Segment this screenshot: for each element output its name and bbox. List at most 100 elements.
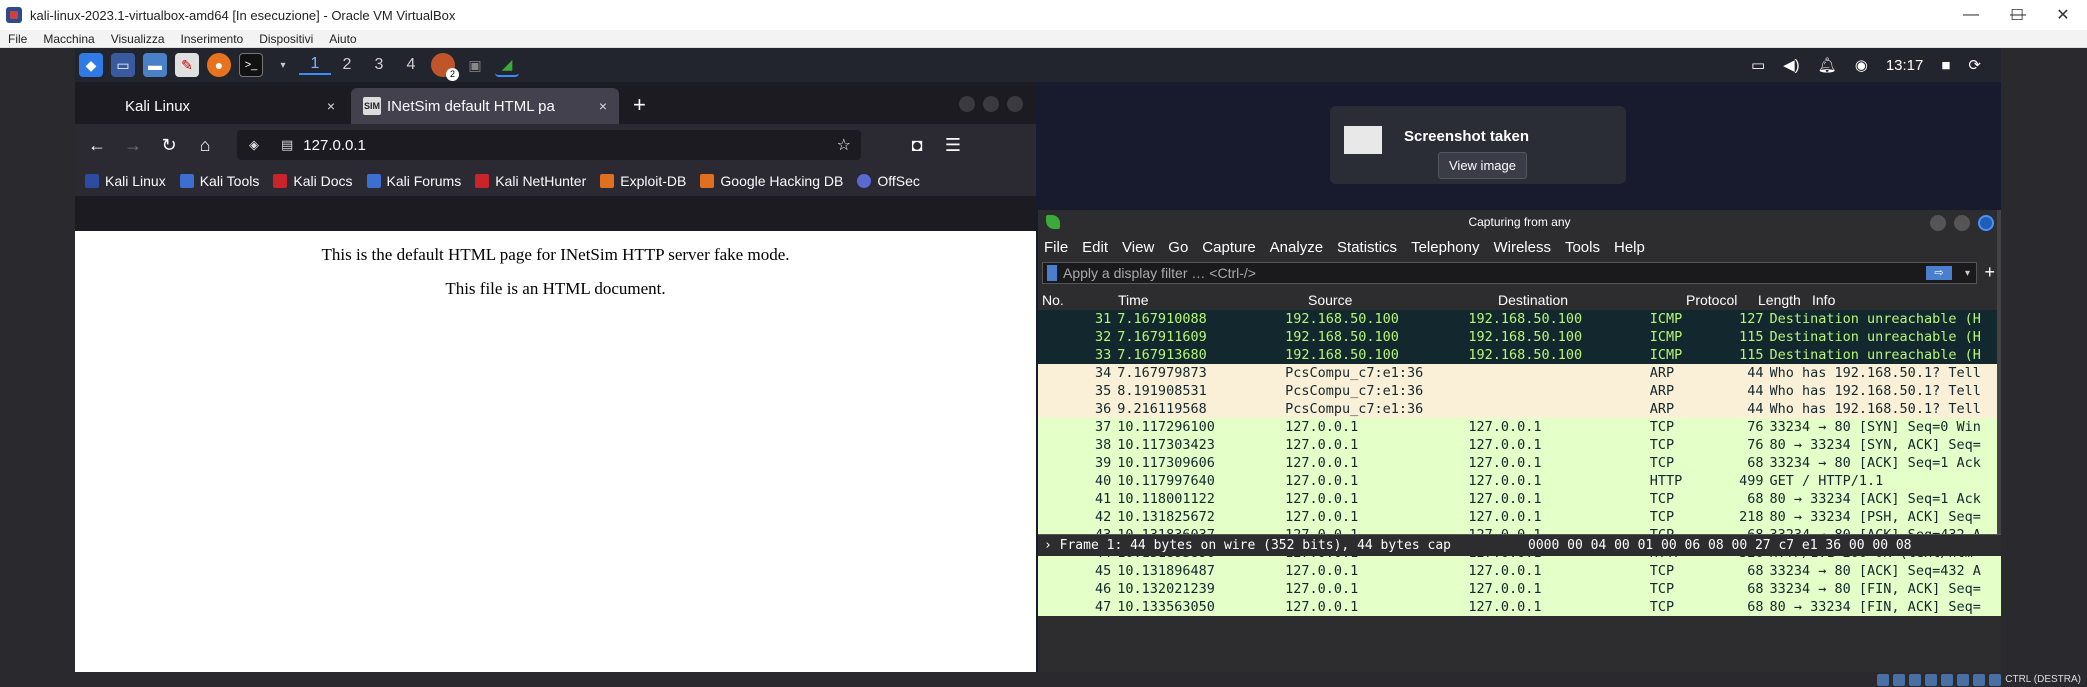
display-icon[interactable]: ▭ — [1751, 56, 1765, 74]
workspace-2[interactable]: 2 — [331, 56, 363, 74]
bookmark-star-icon[interactable]: ☆ — [837, 135, 851, 155]
filter-dropdown-icon[interactable]: ▾ — [1965, 268, 1970, 279]
workspace-4[interactable]: 4 — [395, 56, 427, 74]
home-icon[interactable]: ⌂ — [187, 135, 223, 156]
host-menu-view[interactable]: Visualizza — [103, 32, 173, 46]
frame-detail-row[interactable]: › Frame 1: 44 bytes on wire (352 bits), … — [1038, 538, 1528, 553]
host-menu-help[interactable]: Aiuto — [321, 32, 364, 46]
text-editor-icon[interactable]: ✎ — [175, 53, 199, 77]
ff-close-button[interactable] — [1007, 96, 1023, 112]
packet-row[interactable]: 42 10.131825672 127.0.0.1 127.0.0.1 TCP 218 80… — [1038, 508, 2001, 526]
tab-close-icon[interactable]: × — [599, 98, 607, 114]
window-icon[interactable]: ▣ — [463, 53, 487, 77]
firefox-icon[interactable]: ● — [207, 53, 231, 77]
wireshark-icon[interactable]: ◢ — [495, 53, 519, 77]
col-info[interactable]: Info — [1812, 292, 1835, 308]
bookmark-kali-linux[interactable]: Kali Linux — [85, 173, 166, 189]
usb-icon[interactable] — [1941, 673, 1954, 686]
reload-icon[interactable]: ↻ — [151, 135, 187, 156]
shared-folders-icon[interactable] — [1957, 673, 1970, 686]
network-icon[interactable] — [1925, 673, 1938, 686]
ws-menu-view[interactable]: View — [1122, 239, 1154, 256]
hamburger-menu-icon[interactable]: ☰ — [935, 135, 971, 156]
ws-menu-help[interactable]: Help — [1614, 239, 1645, 256]
packet-row[interactable]: 45 10.131896487 127.0.0.1 127.0.0.1 TCP 68 332… — [1038, 562, 2001, 580]
packet-row[interactable]: 31 7.167910088 192.168.50.100 192.168.50.10… — [1038, 310, 2001, 328]
ws-close-button[interactable] — [1978, 215, 1994, 231]
ws-menu-tools[interactable]: Tools — [1565, 239, 1600, 256]
col-protocol[interactable]: Protocol — [1686, 292, 1758, 308]
lock-icon[interactable]: ■ — [1941, 57, 1950, 74]
ws-menu-capture[interactable]: Capture — [1202, 239, 1255, 256]
col-length[interactable]: Length — [1758, 292, 1812, 308]
bookmark-google-hacking-db[interactable]: Google Hacking DB — [700, 173, 843, 189]
ws-menu-go[interactable]: Go — [1168, 239, 1188, 256]
url-text[interactable]: 127.0.0.1 — [303, 137, 366, 154]
host-menu-devices[interactable]: Dispositivi — [251, 32, 321, 46]
new-tab-icon[interactable]: + — [633, 92, 646, 118]
ws-menu-telephony[interactable]: Telephony — [1411, 239, 1479, 256]
tab-close-icon[interactable]: × — [327, 98, 335, 114]
ws-menu-analyze[interactable]: Analyze — [1270, 239, 1323, 256]
ws-menu-wireless[interactable]: Wireless — [1493, 239, 1551, 256]
minimize-button[interactable]: — — [1948, 0, 1994, 30]
maximize-button[interactable]: ☐ — [1994, 0, 2040, 30]
vm-screen[interactable]: ◆ ▭ ▬ ✎ ● >_ ▾ 1 2 3 4 2 ▣ ◢ ▭ ◀) 🔔︎ ◉ 1… — [75, 48, 2001, 672]
packet-row[interactable]: 40 10.117997640 127.0.0.1 127.0.0.1 HTTP 499 G… — [1038, 472, 2001, 490]
view-image-button[interactable]: View image — [1438, 152, 1527, 179]
ff-maximize-button[interactable] — [983, 96, 999, 112]
bookmark-kali-nethunter[interactable]: Kali NetHunter — [475, 173, 586, 189]
ff-minimize-button[interactable] — [959, 96, 975, 112]
packet-list-scrollbar[interactable] — [1997, 210, 2001, 556]
host-menu-input[interactable]: Inserimento — [173, 32, 252, 46]
packet-row[interactable]: 36 9.216119568 PcsCompu_c7:e1:36 ARP 44 Who h… — [1038, 400, 2001, 418]
packet-row[interactable]: 34 7.167979873 PcsCompu_c7:e1:36 ARP 44 Who h… — [1038, 364, 2001, 382]
url-bar[interactable]: ◈ ▤ 127.0.0.1 ☆ — [237, 130, 861, 160]
bookmark-kali-forums[interactable]: Kali Forums — [366, 173, 461, 189]
power-manager-icon[interactable]: ◉ — [1855, 56, 1868, 74]
panel-clock[interactable]: 13:17 — [1886, 57, 1924, 74]
tab-kali-linux[interactable]: Kali Linux × — [79, 88, 347, 124]
close-window-button[interactable]: ✕ — [2040, 0, 2086, 30]
hex-dump-row[interactable]: 0000 00 04 00 01 00 06 08 00 27 c7 e1 36… — [1528, 538, 1912, 553]
filter-bookmark-icon[interactable] — [1047, 265, 1057, 281]
kali-menu-icon[interactable]: ◆ — [79, 53, 103, 77]
optical-icon[interactable] — [1893, 673, 1906, 686]
packet-row[interactable]: 39 10.117309606 127.0.0.1 127.0.0.1 TCP 68 332… — [1038, 454, 2001, 472]
col-no[interactable]: No. — [1038, 292, 1100, 308]
workspace-1[interactable]: 1 — [299, 55, 331, 75]
ws-minimize-button[interactable] — [1930, 215, 1946, 231]
ws-menu-file[interactable]: File — [1044, 239, 1068, 256]
col-destination[interactable]: Destination — [1498, 292, 1686, 308]
terminal-dropdown-icon[interactable]: ▾ — [271, 53, 295, 77]
host-menu-machine[interactable]: Macchina — [35, 32, 102, 46]
add-filter-button-icon[interactable]: + — [1984, 262, 1995, 283]
apply-filter-icon[interactable]: ⇨ — [1926, 266, 1952, 280]
back-icon[interactable]: ← — [79, 135, 115, 156]
logout-icon[interactable]: ⟳ — [1968, 56, 1981, 74]
packet-row[interactable]: 41 10.118001122 127.0.0.1 127.0.0.1 TCP 68 80 … — [1038, 490, 2001, 508]
packet-row[interactable]: 46 10.132021239 127.0.0.1 127.0.0.1 TCP 68 332… — [1038, 580, 2001, 598]
page-info-icon[interactable]: ▤ — [281, 137, 293, 153]
packet-row[interactable]: 47 10.133563050 127.0.0.1 127.0.0.1 TCP 68 80 … — [1038, 598, 2001, 616]
volume-icon[interactable]: ◀) — [1783, 56, 1800, 74]
tracking-protection-icon[interactable]: ◈ — [249, 137, 259, 153]
packet-row[interactable]: 35 8.191908531 PcsCompu_c7:e1:36 ARP 44 Who h… — [1038, 382, 2001, 400]
workspace-3[interactable]: 3 — [363, 56, 395, 74]
bookmark-exploit-db[interactable]: Exploit-DB — [600, 173, 686, 189]
bookmark-kali-tools[interactable]: Kali Tools — [179, 173, 259, 189]
burp-icon[interactable]: 2 — [431, 53, 459, 81]
ws-menu-edit[interactable]: Edit — [1082, 239, 1108, 256]
col-source[interactable]: Source — [1308, 292, 1498, 308]
forward-icon[interactable]: → — [115, 135, 151, 156]
bookmark-offsec[interactable]: OffSec — [857, 173, 920, 189]
host-menu-file[interactable]: File — [0, 32, 35, 46]
display-filter-input[interactable]: Apply a display filter … <Ctrl-/> ⇨ ▾ — [1042, 262, 1977, 284]
show-desktop-icon[interactable]: ▭ — [111, 53, 135, 77]
pocket-icon[interactable]: ◘ — [899, 135, 935, 156]
display-icon[interactable] — [1973, 673, 1986, 686]
packet-row[interactable]: 38 10.117303423 127.0.0.1 127.0.0.1 TCP 76 80 … — [1038, 436, 2001, 454]
ws-menu-statistics[interactable]: Statistics — [1337, 239, 1397, 256]
bookmark-kali-docs[interactable]: Kali Docs — [273, 173, 353, 189]
tab-inetsim[interactable]: SIM INetSim default HTML pa × — [351, 88, 619, 124]
